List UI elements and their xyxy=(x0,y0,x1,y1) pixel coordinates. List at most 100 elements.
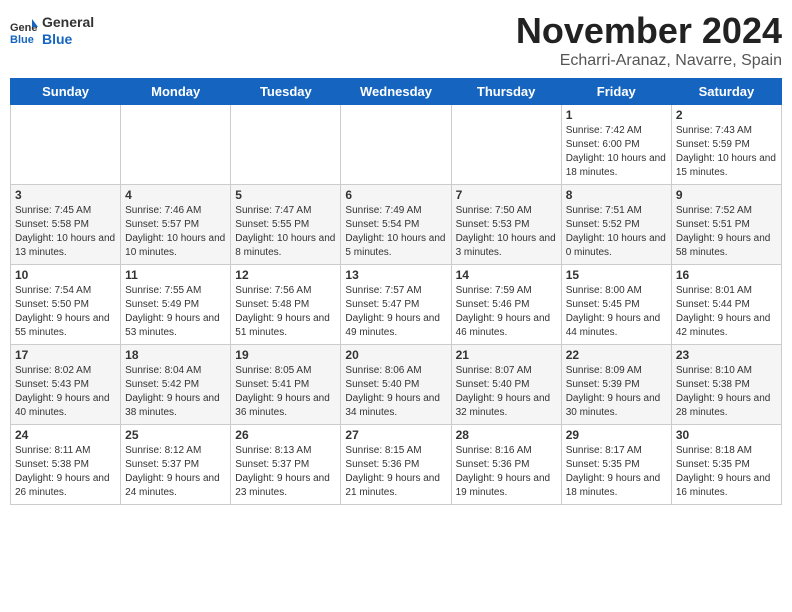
calendar-cell: 4Sunrise: 7:46 AM Sunset: 5:57 PM Daylig… xyxy=(121,185,231,265)
calendar-cell: 29 Sunrise: 8:17 AM Sunset: 5:35 PM Dayli… xyxy=(561,425,671,505)
day-number: 19 xyxy=(235,348,336,362)
day-info: Sunrise: 8:05 AM Sunset: 5:41 PM Dayligh… xyxy=(235,364,336,420)
calendar-cell: 30 Sunrise: 8:18 AM Sunset: 5:35 PM Dayli… xyxy=(671,425,781,505)
calendar-cell: 21 Sunrise: 8:07 AM Sunset: 5:40 PM Dayli… xyxy=(451,345,561,425)
day-number: 22 xyxy=(566,348,667,362)
day-info: Sunrise: 8:18 AM Sunset: 5:35 PM Dayligh… xyxy=(676,444,777,500)
calendar-cell: 15Sunrise: 8:00 AM Sunset: 5:45 PM Dayli… xyxy=(561,265,671,345)
day-number: 25 xyxy=(125,428,226,442)
day-number: 21 xyxy=(456,348,557,362)
logo-blue: Blue xyxy=(42,31,72,47)
day-info: Sunrise: 7:50 AM Sunset: 5:53 PM Dayligh… xyxy=(456,204,557,260)
day-number: 16 xyxy=(676,268,777,282)
header-day: Saturday xyxy=(671,79,781,105)
day-number: 10 xyxy=(15,268,116,282)
day-info: Sunrise: 8:16 AM Sunset: 5:36 PM Dayligh… xyxy=(456,444,557,500)
day-number: 29 xyxy=(566,428,667,442)
calendar-cell: 23Sunrise: 8:10 AM Sunset: 5:38 PM Dayli… xyxy=(671,345,781,425)
calendar-cell: 26 Sunrise: 8:13 AM Sunset: 5:37 PM Dayli… xyxy=(231,425,341,505)
day-info: Sunrise: 8:04 AM Sunset: 5:42 PM Dayligh… xyxy=(125,364,226,420)
calendar-cell: 24 Sunrise: 8:11 AM Sunset: 5:38 PM Dayli… xyxy=(11,425,121,505)
day-number: 6 xyxy=(345,188,446,202)
day-number: 11 xyxy=(125,268,226,282)
calendar-cell xyxy=(11,105,121,185)
month-title: November 2024 xyxy=(516,10,782,52)
day-number: 28 xyxy=(456,428,557,442)
calendar-cell: 10 Sunrise: 7:54 AM Sunset: 5:50 PM Dayli… xyxy=(11,265,121,345)
calendar-cell: 9Sunrise: 7:52 AM Sunset: 5:51 PM Daylig… xyxy=(671,185,781,265)
day-info: Sunrise: 7:43 AM Sunset: 5:59 PM Dayligh… xyxy=(676,124,777,180)
calendar-cell: 7 Sunrise: 7:50 AM Sunset: 5:53 PM Daylig… xyxy=(451,185,561,265)
day-info: Sunrise: 8:06 AM Sunset: 5:40 PM Dayligh… xyxy=(345,364,446,420)
day-number: 30 xyxy=(676,428,777,442)
calendar-cell: 20Sunrise: 8:06 AM Sunset: 5:40 PM Dayli… xyxy=(341,345,451,425)
day-info: Sunrise: 8:01 AM Sunset: 5:44 PM Dayligh… xyxy=(676,284,777,340)
day-info: Sunrise: 8:02 AM Sunset: 5:43 PM Dayligh… xyxy=(15,364,116,420)
calendar-week-row: 1Sunrise: 7:42 AM Sunset: 6:00 PM Daylig… xyxy=(11,105,782,185)
calendar-week-row: 3Sunrise: 7:45 AM Sunset: 5:58 PM Daylig… xyxy=(11,185,782,265)
calendar-cell: 8Sunrise: 7:51 AM Sunset: 5:52 PM Daylig… xyxy=(561,185,671,265)
calendar-body: 1Sunrise: 7:42 AM Sunset: 6:00 PM Daylig… xyxy=(11,105,782,505)
day-info: Sunrise: 7:46 AM Sunset: 5:57 PM Dayligh… xyxy=(125,204,226,260)
day-info: Sunrise: 7:55 AM Sunset: 5:49 PM Dayligh… xyxy=(125,284,226,340)
day-info: Sunrise: 8:15 AM Sunset: 5:36 PM Dayligh… xyxy=(345,444,446,500)
calendar-cell: 16 Sunrise: 8:01 AM Sunset: 5:44 PM Dayli… xyxy=(671,265,781,345)
header: General Blue General Blue November 2024 … xyxy=(10,10,782,70)
day-number: 23 xyxy=(676,348,777,362)
day-info: Sunrise: 7:57 AM Sunset: 5:47 PM Dayligh… xyxy=(345,284,446,340)
day-info: Sunrise: 7:49 AM Sunset: 5:54 PM Dayligh… xyxy=(345,204,446,260)
calendar-cell: 11 Sunrise: 7:55 AM Sunset: 5:49 PM Dayli… xyxy=(121,265,231,345)
day-number: 7 xyxy=(456,188,557,202)
calendar-cell: 17 Sunrise: 8:02 AM Sunset: 5:43 PM Dayli… xyxy=(11,345,121,425)
calendar-cell: 25 Sunrise: 8:12 AM Sunset: 5:37 PM Dayli… xyxy=(121,425,231,505)
day-number: 24 xyxy=(15,428,116,442)
day-number: 17 xyxy=(15,348,116,362)
day-info: Sunrise: 8:00 AM Sunset: 5:45 PM Dayligh… xyxy=(566,284,667,340)
day-number: 1 xyxy=(566,108,667,122)
day-number: 12 xyxy=(235,268,336,282)
header-day: Friday xyxy=(561,79,671,105)
day-info: Sunrise: 7:54 AM Sunset: 5:50 PM Dayligh… xyxy=(15,284,116,340)
calendar-cell: 22Sunrise: 8:09 AM Sunset: 5:39 PM Dayli… xyxy=(561,345,671,425)
day-number: 18 xyxy=(125,348,226,362)
calendar-week-row: 17 Sunrise: 8:02 AM Sunset: 5:43 PM Dayli… xyxy=(11,345,782,425)
header-row: SundayMondayTuesdayWednesdayThursdayFrid… xyxy=(11,79,782,105)
day-info: Sunrise: 8:11 AM Sunset: 5:38 PM Dayligh… xyxy=(15,444,116,500)
title-block: November 2024 Echarri-Aranaz, Navarre, S… xyxy=(516,10,782,70)
calendar-cell: 1Sunrise: 7:42 AM Sunset: 6:00 PM Daylig… xyxy=(561,105,671,185)
day-number: 2 xyxy=(676,108,777,122)
calendar-cell xyxy=(121,105,231,185)
calendar-table: SundayMondayTuesdayWednesdayThursdayFrid… xyxy=(10,78,782,505)
day-number: 26 xyxy=(235,428,336,442)
day-info: Sunrise: 8:17 AM Sunset: 5:35 PM Dayligh… xyxy=(566,444,667,500)
header-day: Sunday xyxy=(11,79,121,105)
calendar-cell: 14 Sunrise: 7:59 AM Sunset: 5:46 PM Dayli… xyxy=(451,265,561,345)
header-day: Thursday xyxy=(451,79,561,105)
svg-text:Blue: Blue xyxy=(10,34,34,45)
calendar-cell: 6 Sunrise: 7:49 AM Sunset: 5:54 PM Daylig… xyxy=(341,185,451,265)
header-day: Tuesday xyxy=(231,79,341,105)
logo-icon: General Blue xyxy=(10,17,38,45)
day-info: Sunrise: 8:12 AM Sunset: 5:37 PM Dayligh… xyxy=(125,444,226,500)
day-number: 27 xyxy=(345,428,446,442)
calendar-cell: 3Sunrise: 7:45 AM Sunset: 5:58 PM Daylig… xyxy=(11,185,121,265)
logo-general: General xyxy=(42,14,94,30)
day-number: 14 xyxy=(456,268,557,282)
calendar-cell: 19 Sunrise: 8:05 AM Sunset: 5:41 PM Dayli… xyxy=(231,345,341,425)
day-number: 3 xyxy=(15,188,116,202)
day-info: Sunrise: 7:52 AM Sunset: 5:51 PM Dayligh… xyxy=(676,204,777,260)
day-info: Sunrise: 8:07 AM Sunset: 5:40 PM Dayligh… xyxy=(456,364,557,420)
header-day: Wednesday xyxy=(341,79,451,105)
logo: General Blue General Blue xyxy=(10,14,94,48)
calendar-week-row: 24 Sunrise: 8:11 AM Sunset: 5:38 PM Dayli… xyxy=(11,425,782,505)
calendar-cell: 5 Sunrise: 7:47 AM Sunset: 5:55 PM Daylig… xyxy=(231,185,341,265)
calendar-cell: 12 Sunrise: 7:56 AM Sunset: 5:48 PM Dayli… xyxy=(231,265,341,345)
calendar-cell: 28 Sunrise: 8:16 AM Sunset: 5:36 PM Dayli… xyxy=(451,425,561,505)
calendar-week-row: 10 Sunrise: 7:54 AM Sunset: 5:50 PM Dayli… xyxy=(11,265,782,345)
day-info: Sunrise: 7:56 AM Sunset: 5:48 PM Dayligh… xyxy=(235,284,336,340)
day-info: Sunrise: 7:47 AM Sunset: 5:55 PM Dayligh… xyxy=(235,204,336,260)
day-info: Sunrise: 8:13 AM Sunset: 5:37 PM Dayligh… xyxy=(235,444,336,500)
day-info: Sunrise: 7:59 AM Sunset: 5:46 PM Dayligh… xyxy=(456,284,557,340)
day-number: 5 xyxy=(235,188,336,202)
day-number: 13 xyxy=(345,268,446,282)
